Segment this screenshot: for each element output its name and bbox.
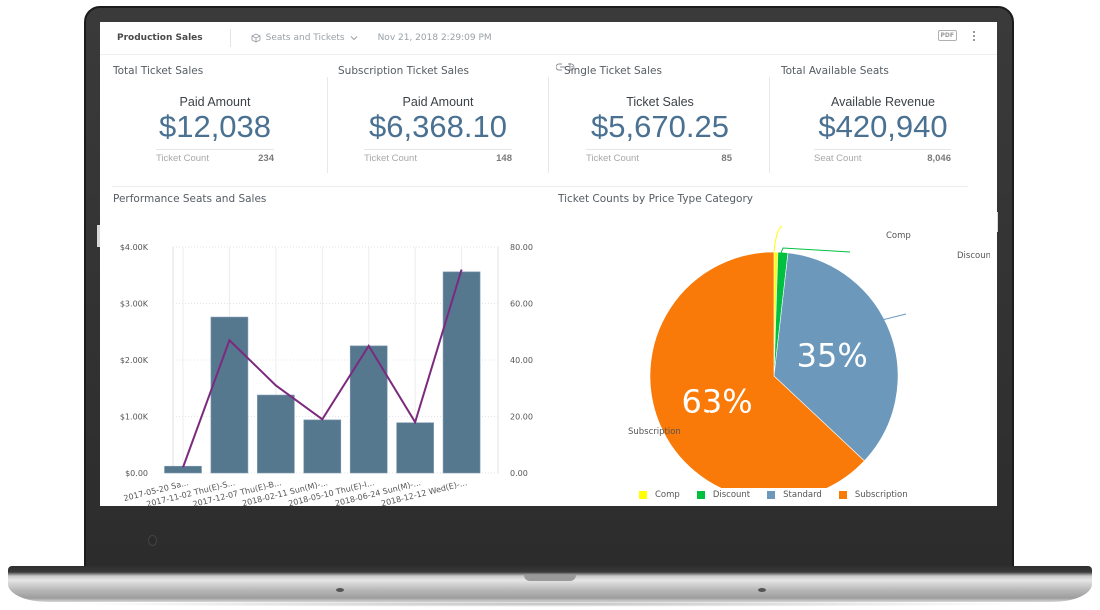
kpi-card-single-ticket-sales: Single Ticket Sales Ticket Sales $5,670.… — [546, 58, 761, 178]
kpi-card-total-available-seats: Total Available Seats Available Revenue … — [768, 58, 983, 178]
webcam-icon — [148, 535, 157, 546]
kpi-sub-label: Ticket Count — [156, 153, 209, 164]
kpi-value: $12,038 — [158, 109, 272, 144]
kpi-label: Ticket Sales — [626, 95, 694, 109]
kpi-card-subscription-ticket-sales: Subscription Ticket Sales Paid Amount $6… — [325, 58, 540, 178]
pie-slice-label: Discount — [957, 251, 990, 261]
kpi-sub-row: Ticket Count 85 — [586, 153, 732, 164]
kpi-sub-row: Ticket Count 234 — [156, 153, 274, 164]
legend-item-discount[interactable]: Discount — [696, 490, 751, 500]
y-left-tick-label: $4.00K — [120, 243, 149, 252]
dashboard-header: Production Sales Seats and Tickets Nov 2… — [100, 22, 997, 55]
kpi-value: $5,670.25 — [591, 109, 729, 144]
pie-slice-percent: 63% — [682, 383, 753, 421]
dashboard-title: Production Sales — [117, 33, 203, 43]
pie-slice-label: Subscription — [628, 427, 681, 437]
header-divider — [229, 29, 231, 47]
legend-swatch — [838, 491, 847, 499]
chevron-down-icon — [350, 36, 357, 41]
legend-item-standard[interactable]: Standard — [767, 490, 822, 500]
pie-slice-percent: 35% — [797, 337, 868, 375]
legend-item-comp[interactable]: Comp — [639, 490, 680, 500]
datasource-selector[interactable]: Seats and Tickets — [251, 33, 358, 43]
bar-sales — [257, 394, 295, 474]
y-left-tick-label: $2.00K — [120, 356, 149, 365]
legend-swatch — [639, 491, 647, 499]
y-right-tick-label: 0.00 — [510, 469, 528, 478]
kpi-sub-value: 85 — [721, 153, 732, 164]
kpi-sub-label: Ticket Count — [364, 153, 417, 164]
kpi-title: Single Ticket Sales — [564, 65, 662, 77]
section-divider — [112, 186, 968, 187]
refresh-timestamp: Nov 21, 2018 2:29:09 PM — [377, 33, 492, 43]
legend-label: Discount — [712, 490, 751, 500]
legend-label: Subscription — [854, 490, 908, 500]
kpi-label: Paid Amount — [179, 95, 251, 109]
kpi-title: Total Available Seats — [781, 65, 889, 77]
kpi-sub-value: 8,046 — [927, 153, 951, 164]
legend-swatch — [696, 491, 705, 499]
kpi-sub-value: 148 — [496, 153, 512, 164]
pie-slice-label: Comp — [886, 231, 911, 241]
laptop-base — [8, 566, 1092, 602]
legend-item-subscription[interactable]: Subscription — [838, 490, 908, 500]
pie-legend: Comp Discount Standard Subscription — [639, 490, 908, 500]
kpi-label: Available Revenue — [830, 95, 935, 109]
kpi-sub-row: Seat Count 8,046 — [814, 153, 951, 164]
kpi-rule — [156, 149, 274, 150]
pie-chart-title: Ticket Counts by Price Type Category — [558, 193, 753, 205]
cube-icon — [251, 33, 261, 43]
kpi-title: Total Ticket Sales — [113, 65, 204, 77]
bar-chart-title: Performance Seats and Sales — [113, 193, 267, 205]
bar-sales — [396, 422, 434, 474]
kpi-rule — [364, 149, 512, 150]
kpi-value: $6,368.10 — [369, 109, 507, 144]
laptop-notch — [524, 575, 576, 581]
kebab-menu-icon[interactable] — [973, 30, 975, 41]
bar-sales — [303, 419, 342, 474]
pdf-export-icon[interactable]: PDF — [937, 30, 957, 41]
y-right-tick-label: 20.00 — [510, 413, 533, 422]
performance-seats-sales-chart: $0.00 $1.00K $2.00K $3.00K $4.00K 0.00 20.00 40… — [120, 243, 533, 506]
kpi-rule — [586, 149, 732, 150]
kpi-card-total-ticket-sales: Total Ticket Sales Paid Amount $12,038 T… — [100, 58, 315, 178]
dashboard-screen: Production Sales Seats and Tickets Nov 2… — [100, 22, 997, 506]
legend-label: Comp — [655, 490, 680, 500]
bar-sales — [442, 271, 481, 474]
datasource-label: Seats and Tickets — [265, 33, 345, 43]
kpi-title: Subscription Ticket Sales — [338, 65, 469, 77]
legend-swatch — [767, 491, 776, 499]
price-type-pie-chart: CompDiscount35%Standard63%Subscription — [628, 225, 990, 488]
y-right-tick-label: 60.00 — [510, 300, 533, 309]
legend-label: Standard — [783, 490, 822, 500]
kpi-rule — [814, 149, 951, 150]
kpi-value: $420,940 — [818, 109, 948, 144]
kpi-sub-label: Seat Count — [814, 153, 862, 164]
kpi-sub-row: Ticket Count 148 — [364, 153, 512, 164]
y-right-tick-label: 40.00 — [510, 356, 533, 365]
laptop-shadow — [60, 601, 1040, 607]
laptop-foot — [758, 588, 766, 592]
laptop-foot — [336, 588, 344, 592]
y-left-tick-label: $3.00K — [120, 300, 149, 309]
y-left-tick-label: $1.00K — [120, 413, 149, 422]
kpi-label: Paid Amount — [402, 95, 474, 109]
y-left-tick-label: $0.00 — [125, 469, 148, 478]
kpi-sub-label: Ticket Count — [586, 153, 639, 164]
pie-leader-line — [773, 225, 783, 253]
pie-leader-line — [780, 247, 851, 254]
y-right-tick-label: 80.00 — [510, 243, 533, 252]
kpi-sub-value: 234 — [258, 153, 274, 164]
